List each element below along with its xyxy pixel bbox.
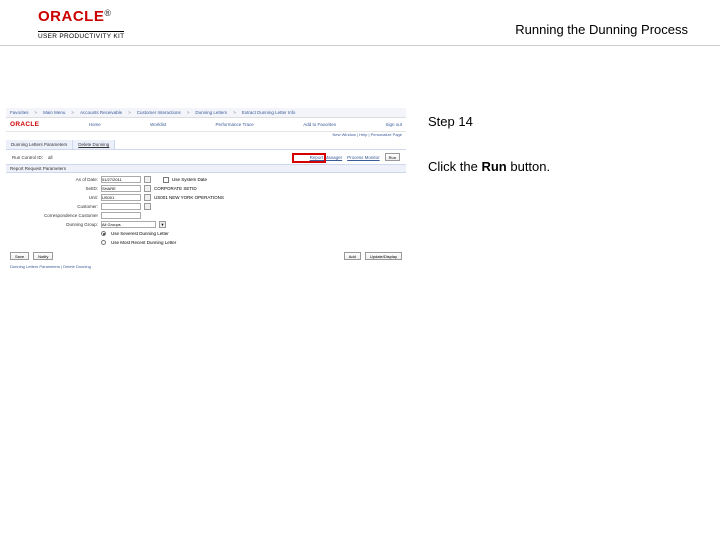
update-display-button[interactable]: Update/Display — [365, 252, 402, 260]
as-of-date-input[interactable] — [101, 176, 141, 183]
corr-cust-label: Correspondence Customer — [10, 213, 98, 218]
bottom-button-row: Save Notify Add Update/Display — [6, 249, 406, 263]
instr-suffix: button. — [507, 159, 550, 174]
app-breadcrumb: Favorites> Main Menu> Accounts Receivabl… — [6, 108, 406, 118]
tool-link[interactable]: Worklist — [150, 122, 166, 127]
oracle-logo: ORACLE® — [38, 8, 124, 25]
footer-links[interactable]: Dunning Letters Parameters | Delete Dunn… — [6, 263, 406, 270]
screenshot-column: Favorites> Main Menu> Accounts Receivabl… — [0, 106, 420, 174]
add-button[interactable]: Add — [344, 252, 361, 260]
nav-item[interactable]: Main Menu — [43, 110, 65, 115]
lookup-icon[interactable] — [144, 185, 151, 192]
setid-label: SetID: — [10, 186, 98, 191]
radio-recent[interactable] — [101, 240, 106, 245]
save-button[interactable]: Save — [10, 252, 29, 260]
instr-bold: Run — [481, 159, 506, 174]
customer-label: Customer: — [10, 204, 98, 209]
oracle-logo-block: ORACLE® USER PRODUCTIVITY KIT — [38, 8, 124, 43]
run-control-row: Run Control ID: all Report Manager Proce… — [6, 150, 406, 164]
section-report-request: Report Request Parameters — [6, 164, 406, 173]
instruction-text: Click the Run button. — [428, 159, 692, 174]
page-header: ORACLE® USER PRODUCTIVITY KIT Running th… — [0, 0, 720, 46]
dunning-group-label: Dunning Group: — [10, 222, 98, 227]
dunning-group-input[interactable] — [101, 221, 156, 228]
use-system-date-checkbox[interactable] — [163, 177, 169, 183]
customer-input[interactable] — [101, 203, 141, 210]
nav-item[interactable]: Accounts Receivable — [80, 110, 122, 115]
radio-recent-label: Use Most Recent Dunning Letter — [111, 240, 176, 245]
unit-name: US001 NEW YORK OPERATIONS — [154, 195, 224, 200]
instruction-column: Step 14 Click the Run button. — [420, 106, 720, 174]
form-area: As of Date: Use System Date SetID: CORPO… — [6, 173, 406, 249]
radio-severest[interactable] — [101, 231, 106, 236]
dropdown-icon[interactable]: ▾ — [159, 221, 166, 228]
tool-link[interactable]: Add to Favorites — [303, 122, 336, 127]
run-button-highlight — [292, 153, 326, 163]
nav-item[interactable]: Extract Dunning Letter Info — [242, 110, 296, 115]
calendar-icon[interactable] — [144, 176, 151, 183]
use-system-date-label: Use System Date — [172, 177, 207, 182]
run-control-label: Run Control ID: — [12, 155, 43, 160]
corr-cust-input[interactable] — [101, 212, 141, 219]
nav-item[interactable]: Customer Interactions — [137, 110, 181, 115]
nav-item[interactable]: Favorites — [10, 110, 29, 115]
unit-input[interactable] — [101, 194, 141, 201]
upk-label: USER PRODUCTIVITY KIT — [38, 31, 124, 40]
page-title: Running the Dunning Process — [515, 22, 688, 37]
run-button[interactable]: Run — [385, 153, 400, 161]
lookup-icon[interactable] — [144, 203, 151, 210]
signout-link[interactable]: Sign out — [385, 122, 402, 127]
step-label: Step 14 — [428, 114, 692, 129]
notify-button[interactable]: Notify — [33, 252, 53, 260]
setid-name: CORPORATE SETID — [154, 186, 197, 191]
lookup-icon[interactable] — [144, 194, 151, 201]
oracle-logo-text: ORACLE — [38, 8, 104, 25]
unit-label: Unit: — [10, 195, 98, 200]
app-tabs: Dunning Letters Parameters Delete Dunnin… — [6, 140, 406, 150]
run-control-value: all — [48, 155, 53, 160]
tab-delete-dunning[interactable]: Delete Dunning — [73, 140, 115, 149]
radio-severest-label: Use Severest Dunning Letter — [111, 231, 169, 236]
instr-prefix: Click the — [428, 159, 481, 174]
as-of-date-label: As of Date: — [10, 177, 98, 182]
registered-icon: ® — [104, 8, 111, 18]
setid-input[interactable] — [101, 185, 141, 192]
nav-item[interactable]: Dunning Letters — [195, 110, 227, 115]
app-subnav[interactable]: New Window | Help | Personalize Page — [6, 132, 406, 140]
tool-link[interactable]: Home — [89, 122, 101, 127]
app-brand-row: ORACLE Home Worklist Performance Trace A… — [6, 118, 406, 132]
process-monitor-link[interactable]: Process Monitor — [347, 155, 380, 160]
tab-dunning-parameters[interactable]: Dunning Letters Parameters — [6, 140, 73, 149]
app-screenshot: Favorites> Main Menu> Accounts Receivabl… — [6, 108, 406, 313]
app-oracle-logo: ORACLE — [10, 121, 39, 128]
tool-link[interactable]: Performance Trace — [216, 122, 254, 127]
